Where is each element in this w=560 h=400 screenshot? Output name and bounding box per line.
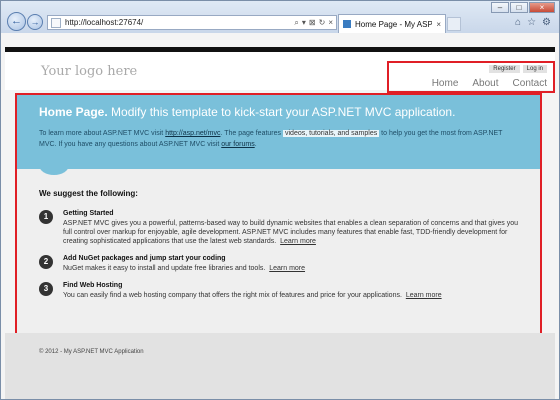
window-controls: – □ × [490,2,555,13]
settings-icon[interactable]: ⚙ [542,17,551,28]
login-link[interactable]: Log in [522,65,547,73]
new-tab-button[interactable] [447,17,461,31]
featured-text-2: . The page features [220,130,282,137]
nav-highlight-box: Register Log in Home About Contact [387,61,555,93]
featured-highlight: videos, tutorials, and samples [283,130,380,137]
learn-more-link[interactable]: Learn more [280,238,316,245]
step-number: 3 [39,282,53,296]
address-tools: ⌕ ▾ ⊠ ↻ × [294,18,336,28]
forward-button[interactable]: → [27,14,43,30]
step-text: You can easily find a web hosting compan… [63,291,519,300]
page-title: Home Page. [39,105,108,119]
featured-text: To learn more about ASP.NET MVC visit ht… [39,128,517,150]
compat-icon[interactable]: ⊠ [309,18,316,28]
featured-bubble-decoration [39,155,69,175]
stop-icon[interactable]: × [328,18,333,28]
list-item: 3 Find Web Hosting You can easily find a… [39,282,519,300]
tab-title: Home Page - My ASP.NET ... [355,19,432,29]
step-number: 2 [39,255,53,269]
maximize-button[interactable]: □ [510,2,528,13]
page-icon [51,17,61,28]
browser-tab[interactable]: Home Page - My ASP.NET ... × [338,14,446,33]
register-link[interactable]: Register [489,65,520,73]
step-text: NuGet makes it easy to install and updat… [63,264,519,273]
close-window-button[interactable]: × [529,2,555,13]
learn-more-link[interactable]: Learn more [269,265,305,272]
dropdown-icon[interactable]: ▾ [302,18,306,28]
step-title: Find Web Hosting [63,282,123,289]
footer-copyright: © 2012 - My ASP.NET MVC Application [39,349,144,355]
step-title: Add NuGet packages and jump start your c… [63,255,226,262]
step-number: 1 [39,210,53,224]
menu-item-about[interactable]: About [472,78,498,89]
menu-item-home[interactable]: Home [432,78,459,89]
search-icon[interactable]: ⌕ [294,18,298,28]
step-description: You can easily find a web hosting compan… [63,292,402,299]
address-bar[interactable]: http://localhost:27674/ ⌕ ▾ ⊠ ↻ × [47,15,337,30]
login-links: Register Log in [489,65,547,73]
favorites-icon[interactable]: ☆ [527,17,536,28]
home-icon[interactable]: ⌂ [515,17,521,28]
featured-section: Home Page. Modify this template to kick-… [17,95,540,175]
browser-window: – □ × ← → http://localhost:27674/ ⌕ ▾ ⊠ … [0,0,560,400]
site-logo[interactable]: Your logo here [41,64,137,79]
aspnet-mvc-link[interactable]: http://asp.net/mvc [165,130,220,137]
featured-text-4: . [254,141,257,148]
suggestions-heading: We suggest the following: [39,189,138,198]
main-highlight-box: Home Page. Modify this template to kick-… [15,93,542,369]
browser-titlebar: – □ × ← → http://localhost:27674/ ⌕ ▾ ⊠ … [1,1,559,33]
site-footer: © 2012 - My ASP.NET MVC Application [5,333,555,399]
minimize-button[interactable]: – [491,2,509,13]
list-item: 1 Getting Started ASP.NET MVC gives you … [39,210,519,246]
main-menu: Home About Contact [432,78,547,89]
browser-right-icons: ⌂ ☆ ⚙ [515,17,551,28]
featured-heading: Home Page. Modify this template to kick-… [39,105,455,119]
favicon-icon [343,20,351,28]
tab-close-icon[interactable]: × [432,20,445,29]
page-viewport: Your logo here Register Log in Home Abou… [1,33,559,399]
back-button[interactable]: ← [7,12,26,31]
list-item: 2 Add NuGet packages and jump start your… [39,255,519,273]
url-text[interactable]: http://localhost:27674/ [65,18,294,27]
forums-link[interactable]: our forums [221,141,254,148]
learn-more-link[interactable]: Learn more [406,292,442,299]
refresh-icon[interactable]: ↻ [319,18,326,28]
suggestions-section: We suggest the following: 1 Getting Star… [39,189,519,309]
page-subtitle: Modify this template to kick-start your … [111,105,456,119]
menu-item-contact[interactable]: Contact [513,78,547,89]
step-text: ASP.NET MVC gives you a powerful, patter… [63,219,519,246]
step-description: NuGet makes it easy to install and updat… [63,265,266,272]
step-title: Getting Started [63,210,114,217]
featured-text-1: To learn more about ASP.NET MVC visit [39,130,164,137]
